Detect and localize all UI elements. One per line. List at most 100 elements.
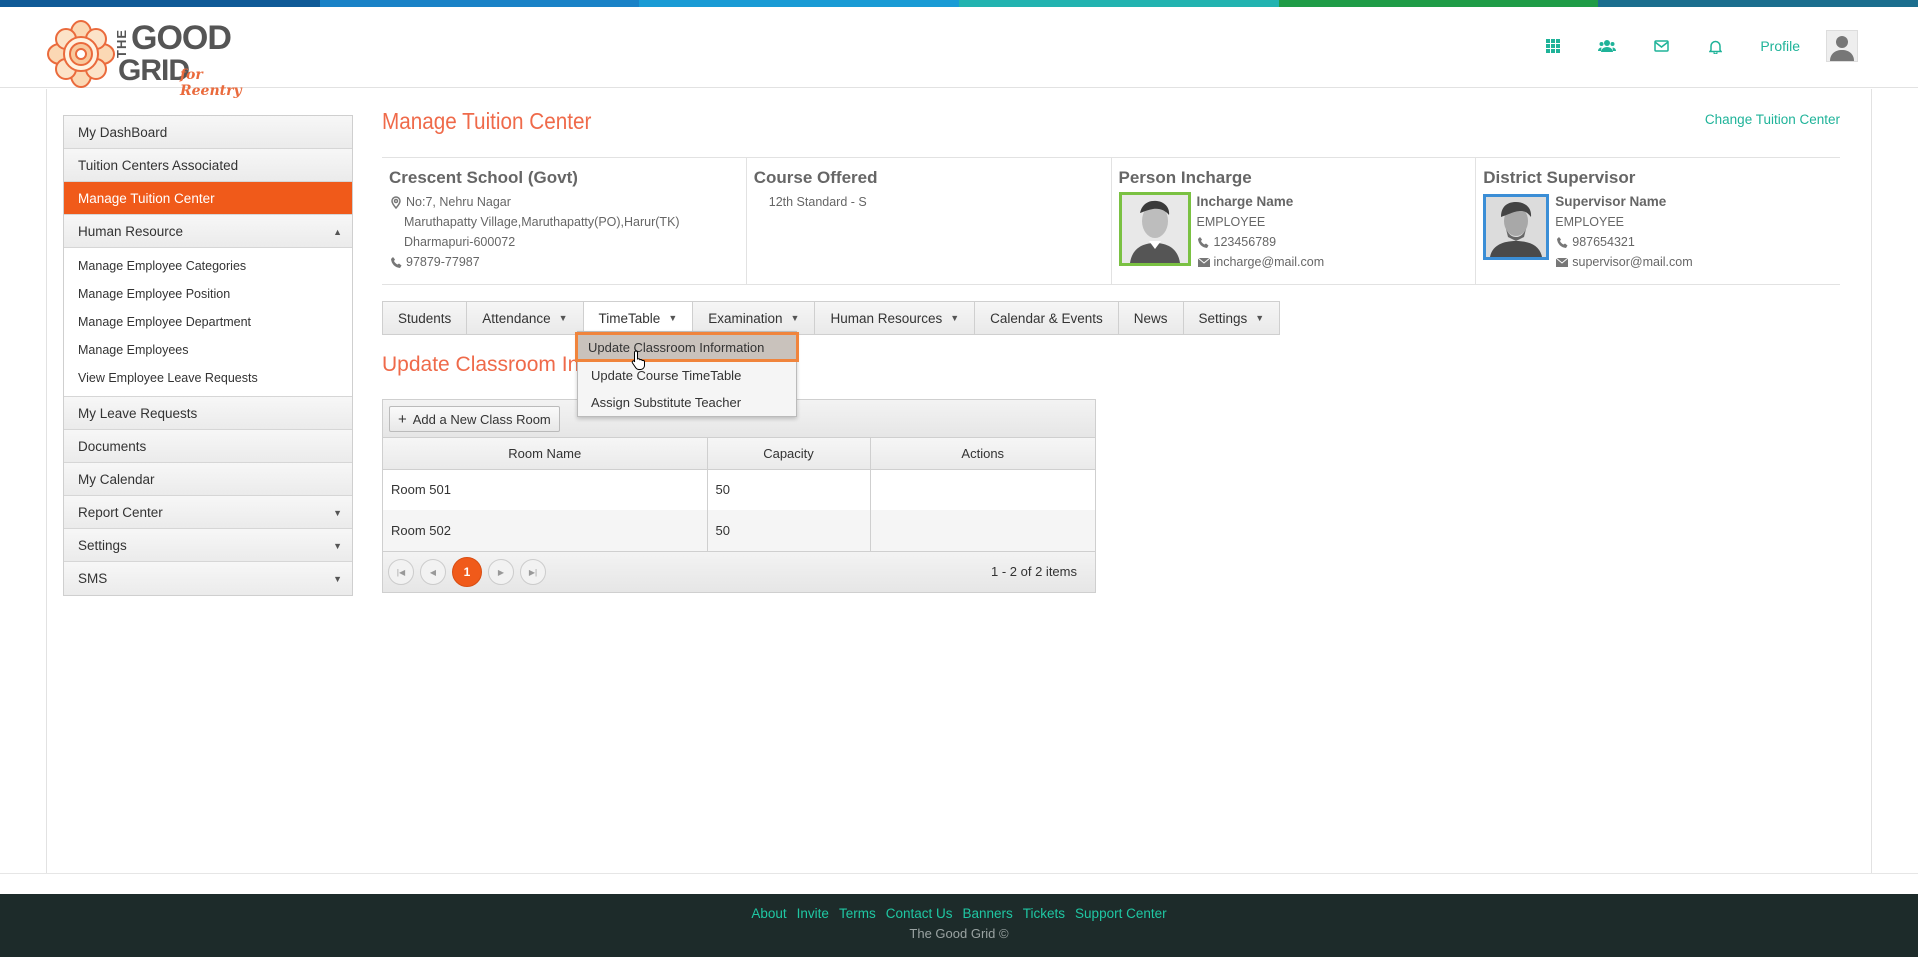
color-segment (319, 0, 640, 7)
cell-room-name: Room 502 (383, 510, 708, 551)
bell-icon[interactable] (1704, 35, 1726, 57)
incharge-photo (1118, 192, 1191, 266)
sidebar-item-dashboard[interactable]: My DashBoard (64, 116, 352, 149)
mail-icon[interactable] (1650, 35, 1672, 57)
tab-label: TimeTable (598, 310, 661, 326)
profile-link[interactable]: Profile (1760, 38, 1800, 54)
sidebar-subitem-employee-department[interactable]: Manage Employee Department (64, 308, 352, 336)
table-row[interactable]: Room 501 50 (383, 469, 1095, 510)
envelope-icon (1197, 257, 1211, 267)
footer-link-contact[interactable]: Contact Us (886, 906, 953, 921)
tab-examination[interactable]: Examination ▼ (693, 302, 816, 334)
sidebar-item-label: Tuition Centers Associated (78, 157, 239, 173)
next-page-icon[interactable]: ▶ (488, 559, 514, 585)
supervisor-title: District Supervisor (1483, 168, 1636, 187)
tab-calendar-events[interactable]: Calendar & Events (975, 302, 1119, 334)
sidebar-item-label: Settings (78, 537, 127, 553)
tab-news[interactable]: News (1119, 302, 1184, 334)
footer-link-about[interactable]: About (751, 906, 786, 921)
sidebar-subitem-employee-categories[interactable]: Manage Employee Categories (64, 252, 352, 280)
incharge-phone: 123456789 (1213, 235, 1277, 249)
supervisor-name: Supervisor Name (1555, 194, 1667, 209)
footer-copyright: The Good Grid © (909, 926, 1009, 941)
incharge-info: Person Incharge Incharge Name EMPLOYEE 1… (1112, 158, 1477, 284)
cell-capacity: 50 (707, 469, 871, 510)
sidebar-item-report-center[interactable]: Report Center ▼ (64, 496, 352, 529)
footer-divider (0, 873, 1918, 874)
tab-attendance[interactable]: Attendance ▼ (467, 302, 584, 334)
tab-human-resources[interactable]: Human Resources ▼ (815, 302, 976, 334)
logo-good-text: GOOD (131, 19, 232, 57)
sidebar-item-my-leave-requests[interactable]: My Leave Requests (64, 397, 352, 430)
supervisor-email[interactable]: supervisor@mail.com (1572, 252, 1692, 272)
person-photo-icon (1486, 197, 1547, 257)
sidebar: My DashBoard Tuition Centers Associated … (63, 115, 353, 596)
caret-down-icon: ▼ (950, 313, 960, 323)
phone-icon (1197, 236, 1211, 248)
header: THE GOOD GRID for Reentry Profile (0, 7, 1918, 99)
apps-grid-icon[interactable] (1542, 35, 1564, 57)
tab-label: Calendar & Events (990, 310, 1103, 326)
last-page-icon[interactable]: ▶| (520, 559, 546, 585)
menu-item-update-classroom[interactable]: Update Classroom Information (575, 332, 799, 362)
caret-down-icon: ▼ (1255, 313, 1265, 323)
course-title: Course Offered (753, 168, 878, 187)
school-name: Crescent School (Govt) (389, 168, 578, 187)
tab-timetable[interactable]: TimeTable ▼ (583, 302, 694, 334)
sidebar-item-tuition-centers[interactable]: Tuition Centers Associated (64, 149, 352, 182)
first-page-icon[interactable]: |◀ (388, 559, 414, 585)
user-avatar[interactable] (1826, 30, 1858, 62)
add-class-room-button[interactable]: + Add a New Class Room (389, 406, 560, 432)
pager-info: 1 - 2 of 2 items (991, 564, 1077, 579)
color-segment (1598, 0, 1918, 7)
caret-down-icon: ▼ (790, 313, 800, 323)
tab-students[interactable]: Students (383, 302, 468, 334)
page-number-button[interactable]: 1 (452, 557, 482, 587)
school-info: Crescent School (Govt) No:7, Nehru Nagar… (382, 158, 747, 284)
footer-link-terms[interactable]: Terms (839, 906, 876, 921)
footer: About Invite Terms Contact Us Banners Ti… (0, 894, 1918, 957)
sidebar-item-documents[interactable]: Documents (64, 430, 352, 463)
tab-settings[interactable]: Settings ▼ (1184, 302, 1280, 334)
sidebar-subitem-employee-position[interactable]: Manage Employee Position (64, 280, 352, 308)
footer-link-invite[interactable]: Invite (797, 906, 829, 921)
footer-link-banners[interactable]: Banners (962, 906, 1012, 921)
tab-label: Attendance (482, 310, 551, 326)
sidebar-subitem-leave-requests[interactable]: View Employee Leave Requests (64, 364, 352, 392)
people-icon[interactable] (1596, 35, 1618, 57)
sidebar-subitem-employees[interactable]: Manage Employees (64, 336, 352, 364)
school-address-3: Dharmapuri-600072 (404, 235, 516, 249)
column-header-room-name[interactable]: Room Name (383, 438, 708, 470)
column-header-capacity[interactable]: Capacity (707, 438, 871, 470)
sidebar-item-manage-tuition-center[interactable]: Manage Tuition Center (64, 182, 352, 215)
sidebar-item-sms[interactable]: SMS ▼ (64, 562, 352, 595)
table-row[interactable]: Room 502 50 (383, 510, 1095, 551)
incharge-email-line: incharge@mail.com (1197, 252, 1325, 272)
menu-item-update-course-timetable[interactable]: Update Course TimeTable (578, 362, 796, 389)
column-header-actions: Actions (870, 438, 1095, 470)
color-segment (639, 0, 960, 7)
cell-capacity: 50 (707, 510, 871, 551)
menu-item-assign-substitute[interactable]: Assign Substitute Teacher (578, 389, 796, 416)
supervisor-email-line: supervisor@mail.com (1555, 252, 1693, 272)
supervisor-photo (1483, 194, 1550, 260)
footer-link-tickets[interactable]: Tickets (1023, 906, 1065, 921)
footer-link-support[interactable]: Support Center (1075, 906, 1167, 921)
sidebar-item-human-resource[interactable]: Human Resource ▲ (64, 215, 352, 248)
tab-label: Examination (708, 310, 783, 326)
sidebar-item-settings[interactable]: Settings ▼ (64, 529, 352, 562)
incharge-email[interactable]: incharge@mail.com (1214, 252, 1325, 272)
top-color-bar (0, 0, 1918, 7)
school-address-1: No:7, Nehru Nagar (406, 195, 511, 209)
color-segment (0, 0, 320, 7)
supervisor-info: District Supervisor Supervisor Name EMPL… (1476, 158, 1840, 284)
sidebar-item-label: Report Center (78, 504, 163, 520)
person-photo-icon (1121, 195, 1188, 263)
change-tuition-center-link[interactable]: Change Tuition Center (1705, 112, 1840, 127)
sidebar-item-label: My Leave Requests (78, 405, 198, 421)
school-phone: 97879-77987 (406, 255, 480, 269)
brand-logo[interactable]: THE GOOD GRID for Reentry (46, 15, 266, 99)
supervisor-phone: 987654321 (1572, 235, 1635, 249)
previous-page-icon[interactable]: ◀ (420, 559, 446, 585)
sidebar-item-my-calendar[interactable]: My Calendar (64, 463, 352, 496)
